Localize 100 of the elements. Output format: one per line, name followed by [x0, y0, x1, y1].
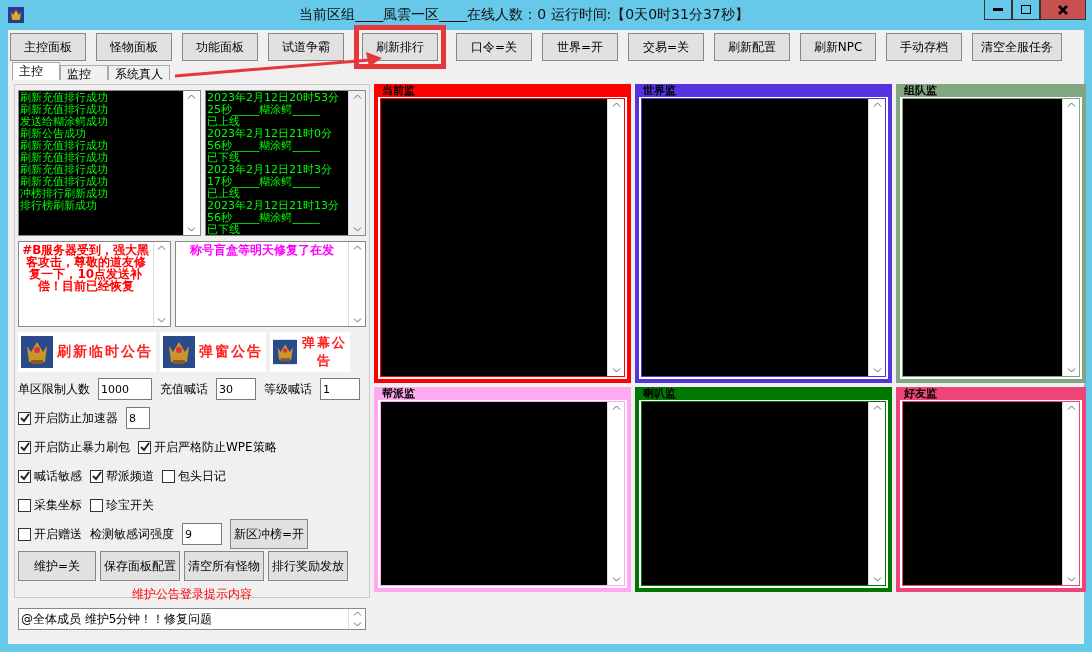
- scroll-down-icon[interactable]: [352, 318, 362, 323]
- scroll-up-icon[interactable]: [872, 102, 882, 107]
- action-button[interactable]: 维护=关: [18, 551, 96, 581]
- scroll-up-icon[interactable]: [611, 102, 621, 107]
- scroll-down-icon[interactable]: [1066, 368, 1076, 373]
- action-button[interactable]: 保存面板配置: [100, 551, 180, 581]
- log-line: 刷新充值排行成功: [20, 92, 108, 104]
- message-box[interactable]: @全体成员 维护5分钟！！修复问题: [18, 608, 366, 630]
- panel-title: 世界监: [642, 85, 676, 97]
- app-icon: [8, 7, 24, 23]
- banner-button[interactable]: 刷新临时公告: [18, 332, 156, 372]
- notice-text: 称号盲盒等明天修复了在发: [189, 243, 334, 257]
- scrollbar[interactable]: [868, 402, 885, 585]
- action-button[interactable]: 清空所有怪物: [184, 551, 264, 581]
- scroll-down-icon[interactable]: [872, 368, 882, 373]
- scroll-down-icon[interactable]: [187, 227, 197, 232]
- log-line: 刷新充值排行成功: [20, 164, 108, 176]
- checkbox[interactable]: 珍宝开关: [90, 496, 154, 514]
- scroll-down-icon[interactable]: [611, 368, 621, 373]
- log-line: 已上线: [206, 116, 240, 128]
- toolbar-button[interactable]: 世界=开: [542, 33, 618, 61]
- toolbar-button[interactable]: 刷新排行: [362, 33, 438, 61]
- log-line: 刷新公告成功: [20, 128, 86, 140]
- scroll-up-icon[interactable]: [352, 245, 362, 250]
- scroll-down-icon[interactable]: [352, 622, 362, 627]
- field-label: 单区限制人数: [18, 380, 90, 398]
- checkbox[interactable]: 开启赠送: [18, 525, 82, 543]
- scroll-up-icon[interactable]: [352, 94, 362, 99]
- log-line: 排行榜刷新成功: [20, 200, 97, 212]
- checkbox[interactable]: 喊话敏感: [18, 467, 82, 485]
- input-field[interactable]: 1000: [98, 378, 152, 400]
- action-button[interactable]: 排行奖励发放: [268, 551, 348, 581]
- scrollbar[interactable]: [182, 91, 200, 235]
- emblem-icon: [163, 336, 195, 368]
- check-icon: [19, 471, 30, 481]
- toolbar-button[interactable]: 功能面板: [182, 33, 258, 61]
- scroll-down-icon[interactable]: [352, 227, 362, 232]
- tab[interactable]: 主控: [12, 62, 60, 80]
- checkbox[interactable]: 开启严格防止WPE策略: [138, 438, 277, 456]
- banner-button[interactable]: 弹窗公告: [160, 332, 266, 372]
- toggle-button[interactable]: 新区冲榜=开: [230, 519, 309, 549]
- scroll-up-icon[interactable]: [872, 405, 882, 410]
- toolbar-button[interactable]: 主控面板: [10, 33, 86, 61]
- input-field[interactable]: 8: [126, 407, 150, 429]
- toolbar-button[interactable]: 试道争霸: [268, 33, 344, 61]
- toolbar-button[interactable]: 刷新配置: [714, 33, 790, 61]
- scroll-up-icon[interactable]: [1066, 405, 1076, 410]
- toolbar-button[interactable]: 怪物面板: [96, 33, 172, 61]
- toolbar-button[interactable]: 手动存档: [886, 33, 962, 61]
- maximize-button[interactable]: [1012, 0, 1040, 20]
- scroll-down-icon[interactable]: [157, 318, 167, 323]
- scrollbar[interactable]: [1062, 99, 1079, 376]
- close-button[interactable]: [1040, 0, 1086, 20]
- log-line: 刷新充值排行成功: [20, 140, 108, 152]
- check-icon: [19, 413, 30, 423]
- notice-box[interactable]: #B服务器受到，强大黑客攻击，尊敬的道友修复一下，10点发送补偿！目前已经恢复: [18, 241, 171, 327]
- log-line: 刷新充值排行成功: [20, 176, 108, 188]
- scroll-up-icon[interactable]: [187, 94, 197, 99]
- log-line: 2023年2月12日21时13分: [206, 200, 339, 212]
- input-field[interactable]: 9: [182, 523, 222, 545]
- window-title: 当前区组____風雲一区____在线人数：0 运行时间:【0天0时31分37秒】: [298, 6, 750, 24]
- scroll-down-icon[interactable]: [872, 577, 882, 582]
- scrollbar[interactable]: [348, 91, 365, 235]
- checkbox[interactable]: 开启防止暴力刷包: [18, 438, 130, 456]
- field-label: 充值喊话: [160, 380, 208, 398]
- scrollbar[interactable]: [868, 99, 885, 376]
- log-line: 2023年2月12日20时53分: [206, 92, 339, 104]
- scroll-up-icon[interactable]: [157, 245, 167, 250]
- scrollbar[interactable]: [1062, 402, 1079, 585]
- checkbox[interactable]: 采集坐标: [18, 496, 82, 514]
- scroll-up-icon[interactable]: [1066, 102, 1076, 107]
- scrollbar[interactable]: [607, 402, 624, 585]
- close-icon: [1058, 4, 1068, 15]
- checkbox[interactable]: 帮派频道: [90, 467, 154, 485]
- log-line: 发送给糊涂鳄成功: [20, 116, 108, 128]
- toolbar-button[interactable]: 交易=关: [628, 33, 704, 61]
- toolbar-button[interactable]: 口令=关: [456, 33, 532, 61]
- checkbox[interactable]: 开启防止加速器: [18, 409, 118, 427]
- toolbar-button[interactable]: 清空全服任务: [972, 33, 1062, 61]
- tab[interactable]: 监控: [60, 65, 108, 80]
- minimize-button[interactable]: [984, 0, 1012, 20]
- scroll-down-icon[interactable]: [611, 577, 621, 582]
- tab[interactable]: 系统真人: [108, 65, 170, 80]
- scroll-down-icon[interactable]: [1066, 577, 1076, 582]
- panel-title: 当前监: [381, 85, 415, 97]
- input-field[interactable]: 1: [320, 378, 360, 400]
- checkbox[interactable]: 包头日记: [162, 467, 226, 485]
- check-icon: [139, 442, 150, 452]
- minimize-icon: [993, 8, 1003, 11]
- banner-button[interactable]: 弹幕公告: [270, 332, 350, 372]
- message-field[interactable]: @全体成员 维护5分钟！！修复问题: [19, 611, 348, 627]
- maintenance-label: 维护公告登录提示内容: [131, 586, 253, 603]
- scrollbar[interactable]: [348, 609, 365, 629]
- input-field[interactable]: 30: [216, 378, 256, 400]
- scrollbar[interactable]: [607, 99, 624, 376]
- toolbar-button[interactable]: 刷新NPC: [800, 33, 876, 61]
- scrollbar[interactable]: [348, 242, 365, 326]
- log-line: 25秒_____糊涂鳄_____: [206, 104, 320, 116]
- scroll-up-icon[interactable]: [352, 611, 362, 616]
- scroll-up-icon[interactable]: [611, 405, 621, 410]
